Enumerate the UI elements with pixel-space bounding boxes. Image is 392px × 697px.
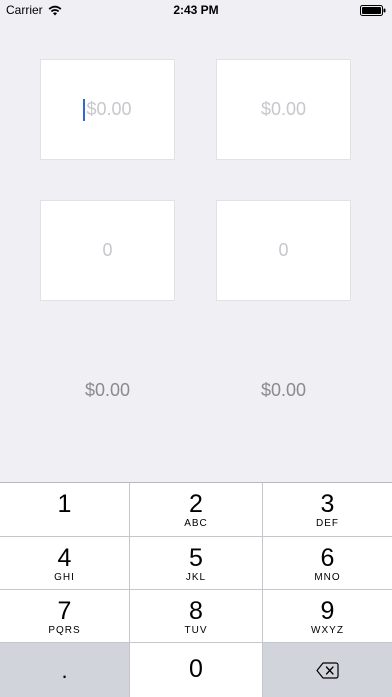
key-3-number: 3	[320, 490, 335, 518]
key-backspace[interactable]	[263, 643, 392, 697]
backspace-icon	[316, 661, 339, 679]
key-3[interactable]: 3 DEF	[263, 483, 392, 537]
key-4-number: 4	[57, 544, 72, 572]
key-8-number: 8	[189, 597, 203, 625]
key-4[interactable]: 4 GHI	[0, 537, 130, 590]
count-input-left-placeholder: 0	[102, 240, 113, 260]
key-9-letters: WXYZ	[311, 625, 344, 636]
key-0[interactable]: 0	[130, 643, 263, 697]
key-2[interactable]: 2 ABC	[130, 483, 263, 537]
text-cursor	[83, 98, 86, 121]
result-left: $0.00	[84, 380, 131, 400]
key-6[interactable]: 6 MNO	[263, 537, 392, 590]
key-decimal[interactable]: .	[0, 643, 130, 697]
count-input-left[interactable]: 0	[40, 200, 175, 301]
key-3-letters: DEF	[316, 518, 339, 529]
key-7-number: 7	[57, 597, 72, 625]
key-decimal-symbol: .	[61, 658, 68, 683]
result-right: $0.00	[260, 380, 307, 400]
key-2-number: 2	[189, 490, 203, 518]
key-9[interactable]: 9 WXYZ	[263, 590, 392, 643]
key-7-letters: PQRS	[48, 625, 81, 636]
amount-input-right-placeholder: $0.00	[260, 99, 307, 119]
key-4-letters: GHI	[54, 572, 75, 583]
count-input-right-placeholder: 0	[278, 240, 289, 260]
numeric-keypad: 1 2 ABC 3 DEF 4 GHI 5 JKL 6 MNO 7 PQRS 8…	[0, 482, 392, 697]
key-1-number: 1	[57, 490, 72, 518]
key-8-letters: TUV	[184, 625, 208, 636]
status-right	[360, 5, 386, 16]
amount-input-left-placeholder: $0.00	[86, 99, 132, 119]
amount-input-left[interactable]: $0.00	[40, 59, 175, 160]
key-2-letters: ABC	[184, 518, 208, 529]
count-input-right[interactable]: 0	[216, 200, 351, 301]
key-1[interactable]: 1	[0, 483, 130, 537]
amount-input-right[interactable]: $0.00	[216, 59, 351, 160]
key-5-number: 5	[189, 544, 203, 572]
key-6-letters: MNO	[314, 572, 341, 583]
key-9-number: 9	[320, 597, 335, 625]
key-5[interactable]: 5 JKL	[130, 537, 263, 590]
status-bar: Carrier 2:43 PM	[0, 0, 392, 20]
key-5-letters: JKL	[185, 572, 207, 583]
key-8[interactable]: 8 TUV	[130, 590, 263, 643]
key-7[interactable]: 7 PQRS	[0, 590, 130, 643]
battery-icon	[360, 5, 386, 16]
key-6-number: 6	[320, 544, 335, 572]
status-time: 2:43 PM	[173, 3, 219, 17]
key-0-number: 0	[189, 655, 203, 683]
